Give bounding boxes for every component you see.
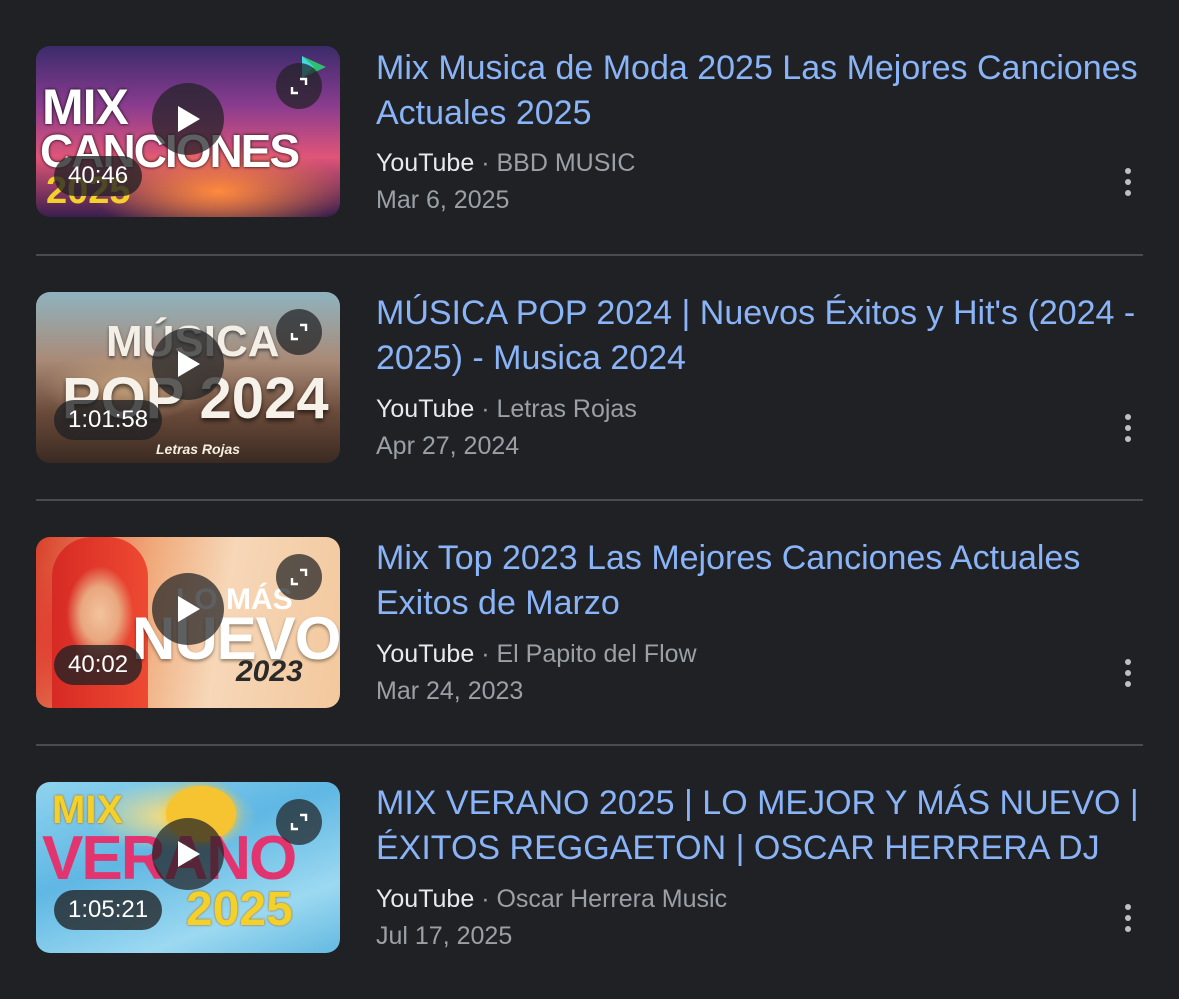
source-site: YouTube xyxy=(376,149,475,177)
play-icon xyxy=(178,841,200,867)
source-site: YouTube xyxy=(376,885,475,913)
thumbnail-text: 2023 xyxy=(236,655,303,688)
source-separator: · xyxy=(481,885,490,913)
duration-badge: 40:46 xyxy=(54,156,143,196)
duration-badge: 1:01:58 xyxy=(54,400,163,440)
source-separator: · xyxy=(481,149,490,177)
source-site: YouTube xyxy=(376,640,475,668)
result-source: YouTube · Oscar Herrera Music xyxy=(376,884,727,914)
expand-button[interactable] xyxy=(276,63,322,109)
play-icon xyxy=(178,596,200,622)
video-thumbnail[interactable]: MÚSICA POP 2024 Letras Rojas 1:01:58 xyxy=(36,292,340,463)
video-result: LO MÁS NUEVO 2023 40:02 Mix Top 2023 Las… xyxy=(36,500,1143,745)
channel-name: El Papito del Flow xyxy=(496,640,697,668)
video-result: MIX CANCIONES 2025 40:46 Mix Musica de M… xyxy=(36,0,1143,245)
expand-icon xyxy=(290,568,308,586)
expand-button[interactable] xyxy=(276,309,322,355)
more-options-button[interactable] xyxy=(1113,162,1143,202)
video-thumbnail[interactable]: LO MÁS NUEVO 2023 40:02 xyxy=(36,537,340,708)
channel-name: BBD MUSIC xyxy=(496,149,636,177)
video-thumbnail[interactable]: MIX CANCIONES 2025 40:46 xyxy=(36,46,340,217)
publish-date: Mar 24, 2023 xyxy=(376,677,524,705)
thumbnail-text: 2025 xyxy=(186,883,293,936)
expand-icon xyxy=(290,323,308,341)
video-result: MÚSICA POP 2024 Letras Rojas 1:01:58 MÚS… xyxy=(36,255,1143,500)
expand-button[interactable] xyxy=(276,554,322,600)
thumbnail-text: Letras Rojas xyxy=(156,441,241,457)
expand-button[interactable] xyxy=(276,799,322,845)
video-results-list: MIX CANCIONES 2025 40:46 Mix Musica de M… xyxy=(0,0,1179,999)
source-separator: · xyxy=(481,395,490,423)
more-vert-icon xyxy=(1125,168,1131,196)
video-title-link[interactable]: Mix Musica de Moda 2025 Las Mejores Canc… xyxy=(376,46,1146,136)
more-vert-icon xyxy=(1125,414,1131,442)
result-source: YouTube · El Papito del Flow xyxy=(376,639,697,669)
more-options-button[interactable] xyxy=(1113,898,1143,938)
play-button[interactable] xyxy=(152,818,224,890)
more-vert-icon xyxy=(1125,659,1131,687)
play-icon xyxy=(178,106,200,132)
video-title-link[interactable]: MÚSICA POP 2024 | Nuevos Éxitos y Hit's … xyxy=(376,291,1146,381)
result-source: YouTube · BBD MUSIC xyxy=(376,148,635,178)
video-title-link[interactable]: MIX VERANO 2025 | LO MEJOR Y MÁS NUEVO |… xyxy=(376,781,1146,871)
expand-icon xyxy=(290,813,308,831)
duration-badge: 1:05:21 xyxy=(54,890,163,930)
play-button[interactable] xyxy=(152,573,224,645)
result-source: YouTube · Letras Rojas xyxy=(376,394,637,424)
video-thumbnail[interactable]: MIX VERANO 2025 1:05:21 xyxy=(36,782,340,953)
expand-icon xyxy=(290,77,308,95)
channel-name: Letras Rojas xyxy=(496,395,637,423)
more-options-button[interactable] xyxy=(1113,653,1143,693)
duration-badge: 40:02 xyxy=(54,645,143,685)
publish-date: Jul 17, 2025 xyxy=(376,922,513,950)
publish-date: Mar 6, 2025 xyxy=(376,186,510,214)
source-separator: · xyxy=(481,640,490,668)
source-site: YouTube xyxy=(376,395,475,423)
more-options-button[interactable] xyxy=(1113,408,1143,448)
video-title-link[interactable]: Mix Top 2023 Las Mejores Canciones Actua… xyxy=(376,536,1146,626)
play-icon xyxy=(178,351,200,377)
video-result: MIX VERANO 2025 1:05:21 MIX VERANO 2025 … xyxy=(36,745,1143,990)
play-button[interactable] xyxy=(152,83,224,155)
channel-name: Oscar Herrera Music xyxy=(496,885,728,913)
publish-date: Apr 27, 2024 xyxy=(376,432,520,460)
more-vert-icon xyxy=(1125,904,1131,932)
play-button[interactable] xyxy=(152,328,224,400)
